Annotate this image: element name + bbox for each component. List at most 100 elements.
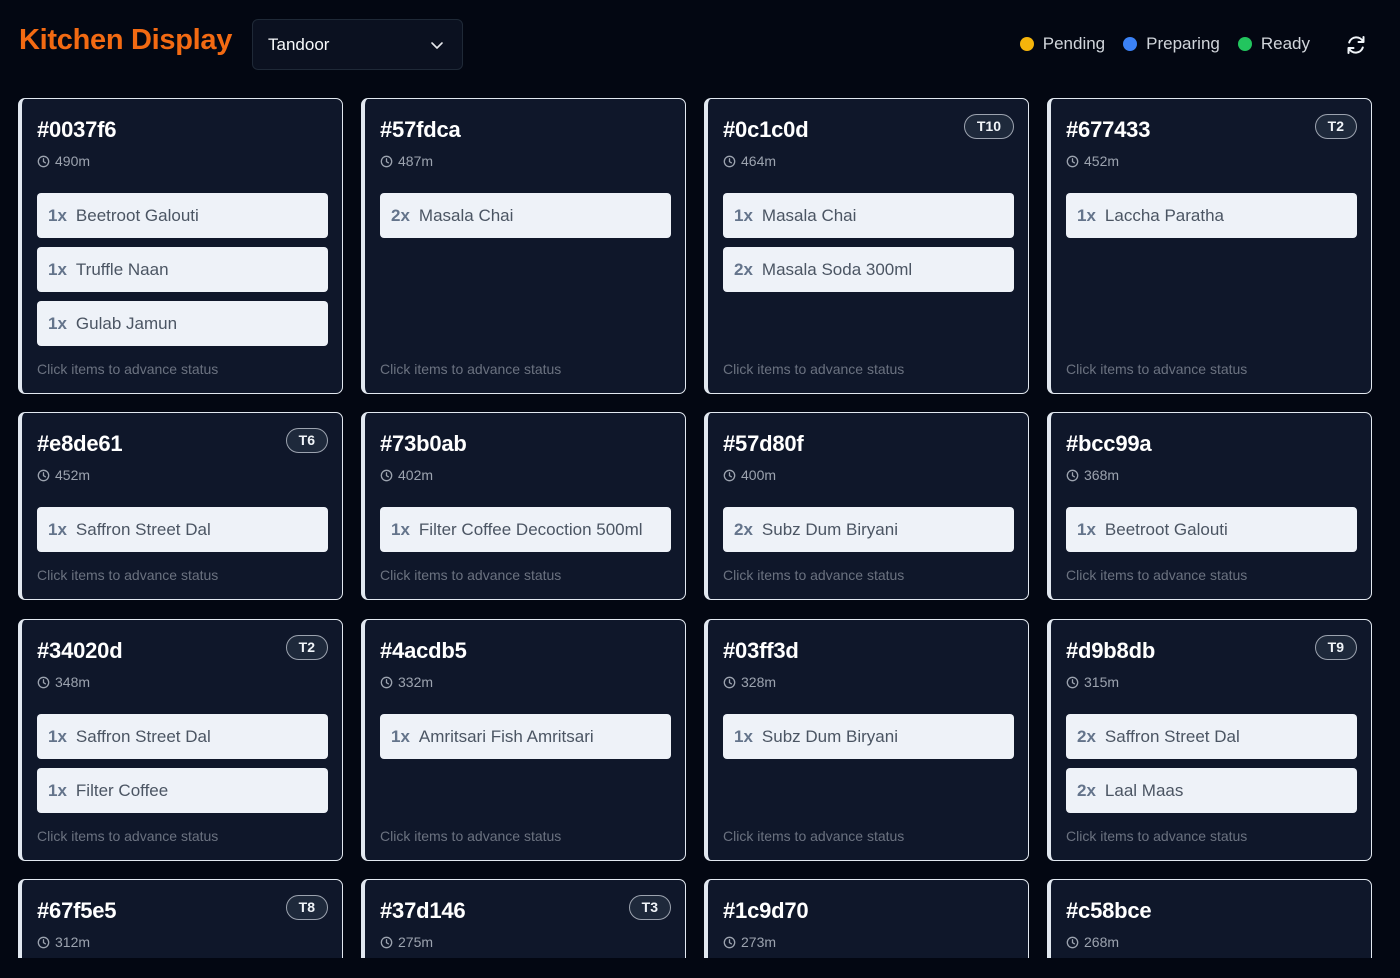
order-id: #0037f6 [37, 117, 117, 142]
order-card: #57fdca 487m 2x Masala Chai Click items to a… [361, 98, 686, 394]
elapsed-value: 402m [398, 467, 434, 483]
station-select[interactable]: Tandoor [252, 19, 463, 70]
order-item[interactable]: 2x Subz Dum Biryani [723, 507, 1014, 552]
item-qty: 1x [48, 726, 67, 746]
order-items: 2x Saffron Street Dal 2x Laal Maas [1066, 714, 1357, 822]
order-id: #c58bce [1066, 898, 1152, 923]
clock-icon [37, 155, 50, 168]
order-card: #0c1c0d 464m T10 1x Masala Chai 2x Masala Soda… [704, 98, 1029, 394]
item-name: Filter Coffee [75, 780, 169, 800]
advance-hint: Click items to advance status [1066, 361, 1248, 377]
item-qty: 1x [391, 519, 410, 539]
clock-icon [37, 469, 50, 482]
elapsed-time: 268m [1066, 934, 1119, 950]
elapsed-value: 312m [55, 934, 91, 950]
refresh-icon[interactable] [1344, 33, 1368, 57]
elapsed-value: 464m [741, 153, 777, 169]
order-item[interactable]: 2x Masala Chai [380, 193, 671, 238]
order-items: 2x Masala Chai [380, 193, 671, 247]
order-item[interactable]: 2x Laal Maas [1066, 768, 1357, 813]
station-select-value: Tandoor [268, 34, 330, 54]
order-item[interactable]: 1x Laccha Paratha [1066, 193, 1357, 238]
clock-icon [37, 936, 50, 949]
order-item[interactable]: 1x Amritsari Fish Amritsari [380, 714, 671, 759]
item-name: Amritsari Fish Amritsari [418, 726, 594, 746]
item-name: Filter Coffee Decoction 500ml [418, 519, 643, 539]
table-badge: T3 [628, 895, 671, 920]
item-qty: 1x [1077, 519, 1096, 539]
elapsed-time: 275m [380, 934, 433, 950]
order-items: 2x Subz Dum Biryani [723, 507, 1014, 561]
order-item[interactable]: 1x Filter Coffee [37, 768, 328, 813]
clock-icon [380, 155, 393, 168]
order-item[interactable]: 1x Saffron Street Dal [37, 507, 328, 552]
order-items: 1x Amritsari Fish Amritsari [380, 714, 671, 768]
legend-item-pending: Pending [1019, 34, 1105, 54]
order-id: #bcc99a [1066, 431, 1152, 456]
order-item[interactable]: 1x Beetroot Galouti [1066, 507, 1357, 552]
order-card: #c58bce 268m [1047, 879, 1372, 958]
item-name: Beetroot Galouti [1104, 519, 1228, 539]
page-title: Kitchen Display [19, 24, 233, 56]
clock-icon [1066, 676, 1079, 689]
item-name: Saffron Street Dal [1104, 726, 1240, 746]
clock-icon [37, 676, 50, 689]
order-id: #67f5e5 [37, 898, 117, 923]
item-name: Truffle Naan [75, 259, 169, 279]
item-qty: 2x [734, 519, 753, 539]
elapsed-time: 368m [1066, 467, 1119, 483]
legend-item-preparing: Preparing [1123, 34, 1220, 54]
order-card: #d9b8db 315m T9 2x Saffron Street Dal 2x Laal … [1047, 619, 1372, 861]
elapsed-time: 332m [380, 674, 433, 690]
order-card: #73b0ab 402m 1x Filter Coffee Decoction 500… [361, 412, 686, 600]
legend-label: Ready [1260, 34, 1310, 53]
clock-icon [723, 676, 736, 689]
elapsed-value: 452m [55, 467, 91, 483]
order-item[interactable]: 1x Beetroot Galouti [37, 193, 328, 238]
item-qty: 2x [734, 259, 753, 279]
elapsed-time: 452m [37, 467, 90, 483]
elapsed-value: 268m [1084, 934, 1120, 950]
elapsed-value: 348m [55, 674, 91, 690]
legend-label: Preparing [1146, 34, 1220, 53]
order-id: #37d146 [380, 898, 466, 923]
elapsed-time: 452m [1066, 153, 1119, 169]
elapsed-value: 332m [398, 674, 434, 690]
clock-icon [723, 469, 736, 482]
elapsed-time: 328m [723, 674, 776, 690]
order-item[interactable]: 1x Masala Chai [723, 193, 1014, 238]
order-items: 1x Masala Chai 2x Masala Soda 300ml [723, 193, 1014, 301]
order-items: 1x Beetroot Galouti [1066, 507, 1357, 561]
item-qty: 1x [734, 726, 753, 746]
order-item[interactable]: 1x Subz Dum Biryani [723, 714, 1014, 759]
order-card: #34020d 348m T2 1x Saffron Street Dal 1x Filte… [18, 619, 343, 861]
elapsed-value: 273m [741, 934, 777, 950]
order-card: #e8de61 452m T6 1x Saffron Street Dal Click i… [18, 412, 343, 600]
table-badge: T2 [1314, 114, 1357, 139]
item-qty: 1x [48, 519, 67, 539]
advance-hint: Click items to advance status [380, 361, 562, 377]
order-item[interactable]: 1x Gulab Jamun [37, 301, 328, 346]
order-item[interactable]: 1x Filter Coffee Decoction 500ml [380, 507, 671, 552]
item-name: Masala Soda 300ml [761, 259, 913, 279]
order-card: #bcc99a 368m 1x Beetroot Galouti Click items… [1047, 412, 1372, 600]
elapsed-value: 452m [1084, 153, 1120, 169]
elapsed-time: 273m [723, 934, 776, 950]
item-name: Subz Dum Biryani [761, 726, 898, 746]
order-item[interactable]: 2x Masala Soda 300ml [723, 247, 1014, 292]
order-card: #67f5e5 312m T8 [18, 879, 343, 958]
elapsed-value: 487m [398, 153, 434, 169]
order-item[interactable]: 2x Saffron Street Dal [1066, 714, 1357, 759]
order-item[interactable]: 1x Saffron Street Dal [37, 714, 328, 759]
elapsed-time: 312m [37, 934, 90, 950]
elapsed-time: 402m [380, 467, 433, 483]
advance-hint: Click items to advance status [723, 361, 905, 377]
table-badge: T8 [285, 895, 328, 920]
order-items: 1x Saffron Street Dal [37, 507, 328, 561]
item-name: Masala Chai [418, 205, 514, 225]
order-card: #57d80f 400m 2x Subz Dum Biryani Click items… [704, 412, 1029, 600]
clock-icon [380, 676, 393, 689]
item-name: Beetroot Galouti [75, 205, 199, 225]
clock-icon [380, 469, 393, 482]
order-item[interactable]: 1x Truffle Naan [37, 247, 328, 292]
